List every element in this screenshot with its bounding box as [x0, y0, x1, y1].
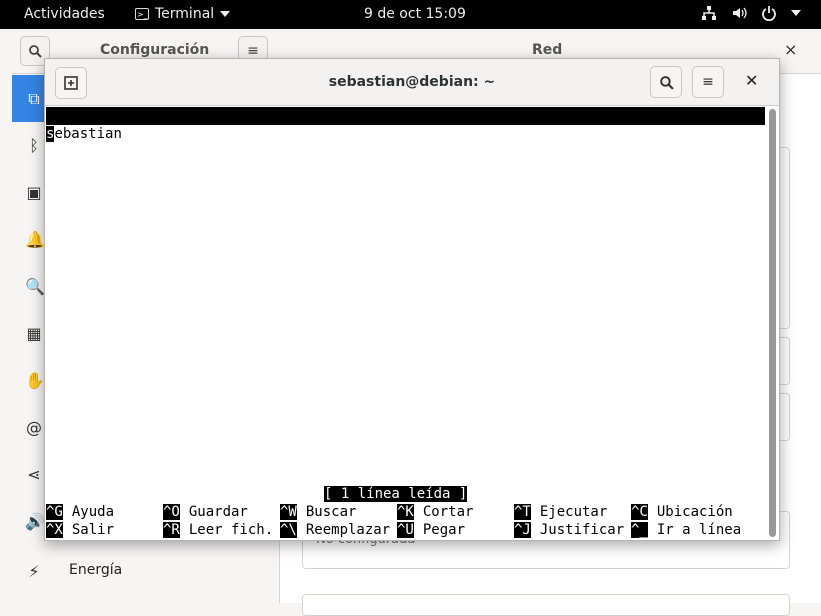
chevron-down-icon — [791, 10, 801, 16]
shortcut-item: ^R Leer fich. — [163, 521, 273, 539]
page-title: Red — [532, 42, 563, 58]
power-icon — [762, 6, 776, 21]
shortcut-label: Leer fich. — [188, 522, 274, 538]
shortcut-key: ^T — [514, 504, 531, 520]
shortcut-label: Ubicación — [656, 504, 733, 520]
shortcut-label: Ayuda — [71, 504, 115, 520]
shortcut-item: ^J Justificar — [514, 521, 624, 539]
hamburger-icon: ≡ — [702, 74, 714, 90]
shortcut-label: Guardar — [188, 504, 248, 520]
activities-button[interactable]: Actividades — [24, 6, 105, 22]
settings-panel — [302, 594, 790, 616]
shortcut-key: ^X — [46, 522, 63, 538]
volume-icon — [733, 7, 747, 19]
scrollbar[interactable] — [769, 109, 776, 537]
search-icon: 🔍 — [25, 277, 45, 296]
sidebar-title: Configuración — [100, 42, 210, 58]
shortcut-item: ^_ Ir a línea — [631, 521, 741, 539]
terminal-headerbar: sebastian@debian: ~ ≡ ✕ — [45, 59, 779, 106]
file-content: ebastian — [54, 126, 122, 142]
shortcut-item: ^U Pegar — [397, 521, 465, 539]
top-bar: Actividades >_ Terminal 9 de oct 15:09 — [0, 0, 821, 29]
applications-icon: ▦ — [26, 324, 42, 343]
app-menu[interactable]: >_ Terminal — [135, 6, 231, 22]
terminal-menu-button[interactable]: ≡ — [692, 66, 724, 98]
terminal-search-button[interactable] — [650, 66, 682, 98]
shortcut-label: Salir — [71, 522, 115, 538]
shortcut-item: ^T Ejecutar — [514, 503, 607, 521]
shortcut-label: Reemplazar — [305, 522, 391, 538]
shortcut-key: ^_ — [631, 522, 648, 538]
file-content-line[interactable]: sebastian — [46, 125, 122, 143]
shortcut-label: Ejecutar — [539, 504, 608, 520]
shortcut-key: ^R — [163, 522, 180, 538]
shortcut-item: ^\ Reemplazar — [280, 521, 390, 539]
sidebar-item-label: Energía — [69, 562, 123, 578]
shortcut-label: Buscar — [305, 504, 357, 520]
app-name: Terminal — [155, 6, 215, 22]
terminal-window[interactable]: sebastian@debian: ~ ≡ ✕ GNU nano 5.4 /et… — [44, 58, 780, 541]
shortcut-label: Pegar — [422, 522, 466, 538]
system-tray[interactable] — [701, 5, 801, 21]
shortcut-item: ^X Salir — [46, 521, 114, 539]
shortcut-key: ^\ — [280, 522, 297, 538]
shortcut-key: ^U — [397, 522, 414, 538]
notifications-icon: 🔔 — [25, 230, 45, 249]
shortcut-item: ^G Ayuda — [46, 503, 114, 521]
shortcut-label: Cortar — [422, 504, 474, 520]
network-icon — [702, 6, 716, 20]
nano-title-bar: GNU nano 5.4 /etc/vsftpd.chroot_list — [46, 107, 765, 160]
shortcut-item: ^W Buscar — [280, 503, 356, 521]
shortcut-key: ^J — [514, 522, 531, 538]
nano-status: [ 1 línea leída ] — [324, 485, 468, 503]
shortcut-key: ^O — [163, 504, 180, 520]
search-icon — [29, 45, 42, 58]
bluetooth-icon: ᛒ — [29, 136, 39, 155]
sidebar-item-power[interactable]: ⚡ Energía — [12, 548, 279, 595]
hamburger-icon: ≡ — [247, 43, 259, 59]
close-button[interactable]: × — [784, 40, 797, 59]
shortcut-item: ^O Guardar — [163, 503, 248, 521]
sharing-icon: ⋖ — [27, 465, 41, 484]
clock[interactable]: 9 de oct 15:09 — [364, 6, 466, 22]
shortcut-key: ^G — [46, 504, 63, 520]
search-icon — [659, 75, 674, 90]
terminal-app-icon: >_ — [135, 8, 149, 20]
shortcut-key: ^K — [397, 504, 414, 520]
close-button[interactable]: ✕ — [745, 71, 758, 90]
shortcut-item: ^C Ubicación — [631, 503, 733, 521]
online-accounts-icon: @ — [26, 418, 42, 437]
shortcut-key: ^W — [280, 504, 297, 520]
shortcut-label: Ir a línea — [656, 522, 742, 538]
network-icon: ⧉ — [28, 89, 40, 108]
shortcut-key: ^C — [631, 504, 648, 520]
terminal-content[interactable]: GNU nano 5.4 /etc/vsftpd.chroot_list seb… — [46, 106, 766, 539]
privacy-icon: ✋ — [25, 371, 45, 390]
nano-filename: /etc/vsftpd.chroot_list — [325, 144, 519, 160]
power-icon: ⚡ — [28, 562, 40, 581]
status-message: [ 1 línea leída ] — [324, 486, 468, 502]
shortcut-item: ^K Cortar — [397, 503, 473, 521]
chevron-down-icon — [220, 11, 231, 17]
background-icon: ▣ — [26, 183, 42, 202]
sound-icon: 🔊 — [25, 512, 45, 531]
shortcut-label: Justificar — [539, 522, 625, 538]
